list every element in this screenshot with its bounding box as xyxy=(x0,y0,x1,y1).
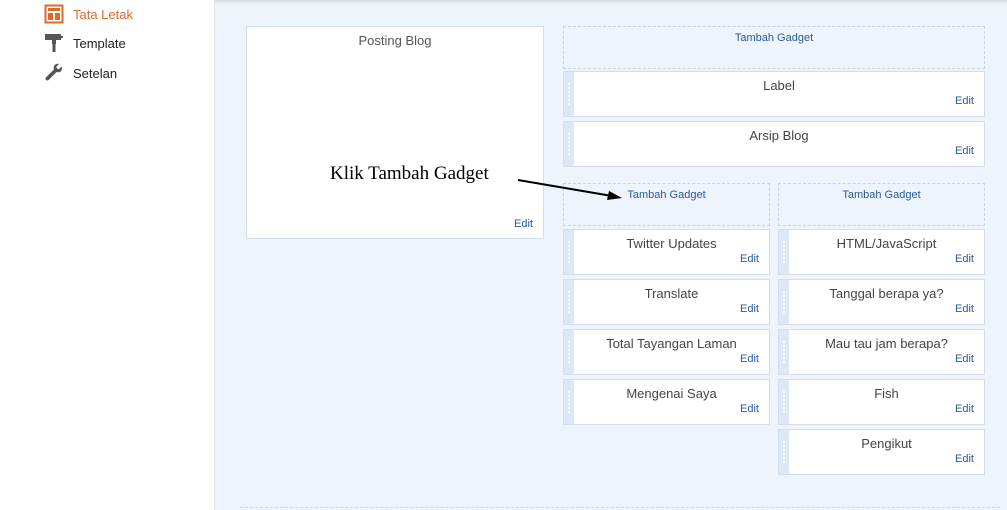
add-gadget-button[interactable]: Tambah Gadget xyxy=(563,26,985,69)
gadget-title: Mengenai Saya xyxy=(626,386,717,401)
edit-link[interactable]: Edit xyxy=(740,303,759,315)
drag-handle[interactable] xyxy=(779,280,789,324)
gadget-title: Label xyxy=(763,78,795,93)
gadget-title: Total Tayangan Laman xyxy=(606,336,737,351)
edit-link[interactable]: Edit xyxy=(955,95,974,107)
drag-handle[interactable] xyxy=(779,380,789,424)
edit-link[interactable]: Edit xyxy=(740,353,759,365)
drag-handle[interactable] xyxy=(779,330,789,374)
gadget-title: Tanggal berapa ya? xyxy=(829,286,944,301)
gadget-title: Translate xyxy=(644,286,699,301)
gadget-html-javascript[interactable]: HTML/JavaScript Edit xyxy=(778,229,985,275)
edit-link[interactable]: Edit xyxy=(955,353,974,365)
edit-link[interactable]: Edit xyxy=(955,145,974,157)
layout-icon xyxy=(44,4,64,24)
edit-link[interactable]: Edit xyxy=(955,253,974,265)
sidebar-item-template[interactable]: Template xyxy=(44,32,126,54)
blogger-layout-page: Tata Letak Template Setelan Posting Blog… xyxy=(0,0,1007,510)
blog-posts-panel: Posting Blog Edit xyxy=(246,26,544,239)
paint-roller-icon xyxy=(44,33,64,53)
drag-handle[interactable] xyxy=(564,122,574,166)
gadget-fish[interactable]: Fish Edit xyxy=(778,379,985,425)
drag-handle[interactable] xyxy=(779,430,789,474)
gadget-title: Mau tau jam berapa? xyxy=(825,336,948,351)
sidebar-item-label: Template xyxy=(73,35,126,51)
gadget-twitter-updates[interactable]: Twitter Updates Edit xyxy=(563,229,770,275)
edit-link[interactable]: Edit xyxy=(514,218,533,230)
gadget-tanggal-berapa[interactable]: Tanggal berapa ya? Edit xyxy=(778,279,985,325)
footer-divider xyxy=(240,507,1000,508)
gadget-title: HTML/JavaScript xyxy=(836,236,937,251)
drag-handle[interactable] xyxy=(564,72,574,116)
sidebar-item-setelan[interactable]: Setelan xyxy=(44,62,117,84)
gadget-total-tayangan-laman[interactable]: Total Tayangan Laman Edit xyxy=(563,329,770,375)
gadget-translate[interactable]: Translate Edit xyxy=(563,279,770,325)
edit-link[interactable]: Edit xyxy=(955,303,974,315)
gadget-label[interactable]: Label Edit xyxy=(563,71,985,117)
gadget-title: Fish xyxy=(874,386,899,401)
edit-link[interactable]: Edit xyxy=(955,453,974,465)
gadget-pengikut[interactable]: Pengikut Edit xyxy=(778,429,985,475)
gadget-arsip-blog[interactable]: Arsip Blog Edit xyxy=(563,121,985,167)
sidebar-item-label: Setelan xyxy=(73,65,118,81)
drag-handle[interactable] xyxy=(779,230,789,274)
add-gadget-button[interactable]: Tambah Gadget xyxy=(778,183,985,226)
gadget-mau-tau-jam-berapa[interactable]: Mau tau jam berapa? Edit xyxy=(778,329,985,375)
sidebar-item-label: Tata Letak xyxy=(73,6,133,22)
gadget-title: Arsip Blog xyxy=(749,128,809,143)
drag-handle[interactable] xyxy=(564,380,574,424)
gadget-title: Pengikut xyxy=(861,436,912,451)
drag-handle[interactable] xyxy=(564,280,574,324)
sidebar-item-tata-letak[interactable]: Tata Letak xyxy=(44,3,133,25)
wrench-icon xyxy=(44,63,64,83)
annotation-text: Klik Tambah Gadget xyxy=(330,163,489,184)
gadget-mengenai-saya[interactable]: Mengenai Saya Edit xyxy=(563,379,770,425)
top-shadow xyxy=(215,0,1007,4)
panel-title: Posting Blog xyxy=(358,33,432,48)
add-gadget-button[interactable]: Tambah Gadget xyxy=(563,183,770,226)
drag-handle[interactable] xyxy=(564,230,574,274)
drag-handle[interactable] xyxy=(564,330,574,374)
edit-link[interactable]: Edit xyxy=(740,403,759,415)
edit-link[interactable]: Edit xyxy=(740,253,759,265)
edit-link[interactable]: Edit xyxy=(955,403,974,415)
gadget-title: Twitter Updates xyxy=(626,236,717,251)
sidebar: Tata Letak Template Setelan xyxy=(0,0,215,510)
